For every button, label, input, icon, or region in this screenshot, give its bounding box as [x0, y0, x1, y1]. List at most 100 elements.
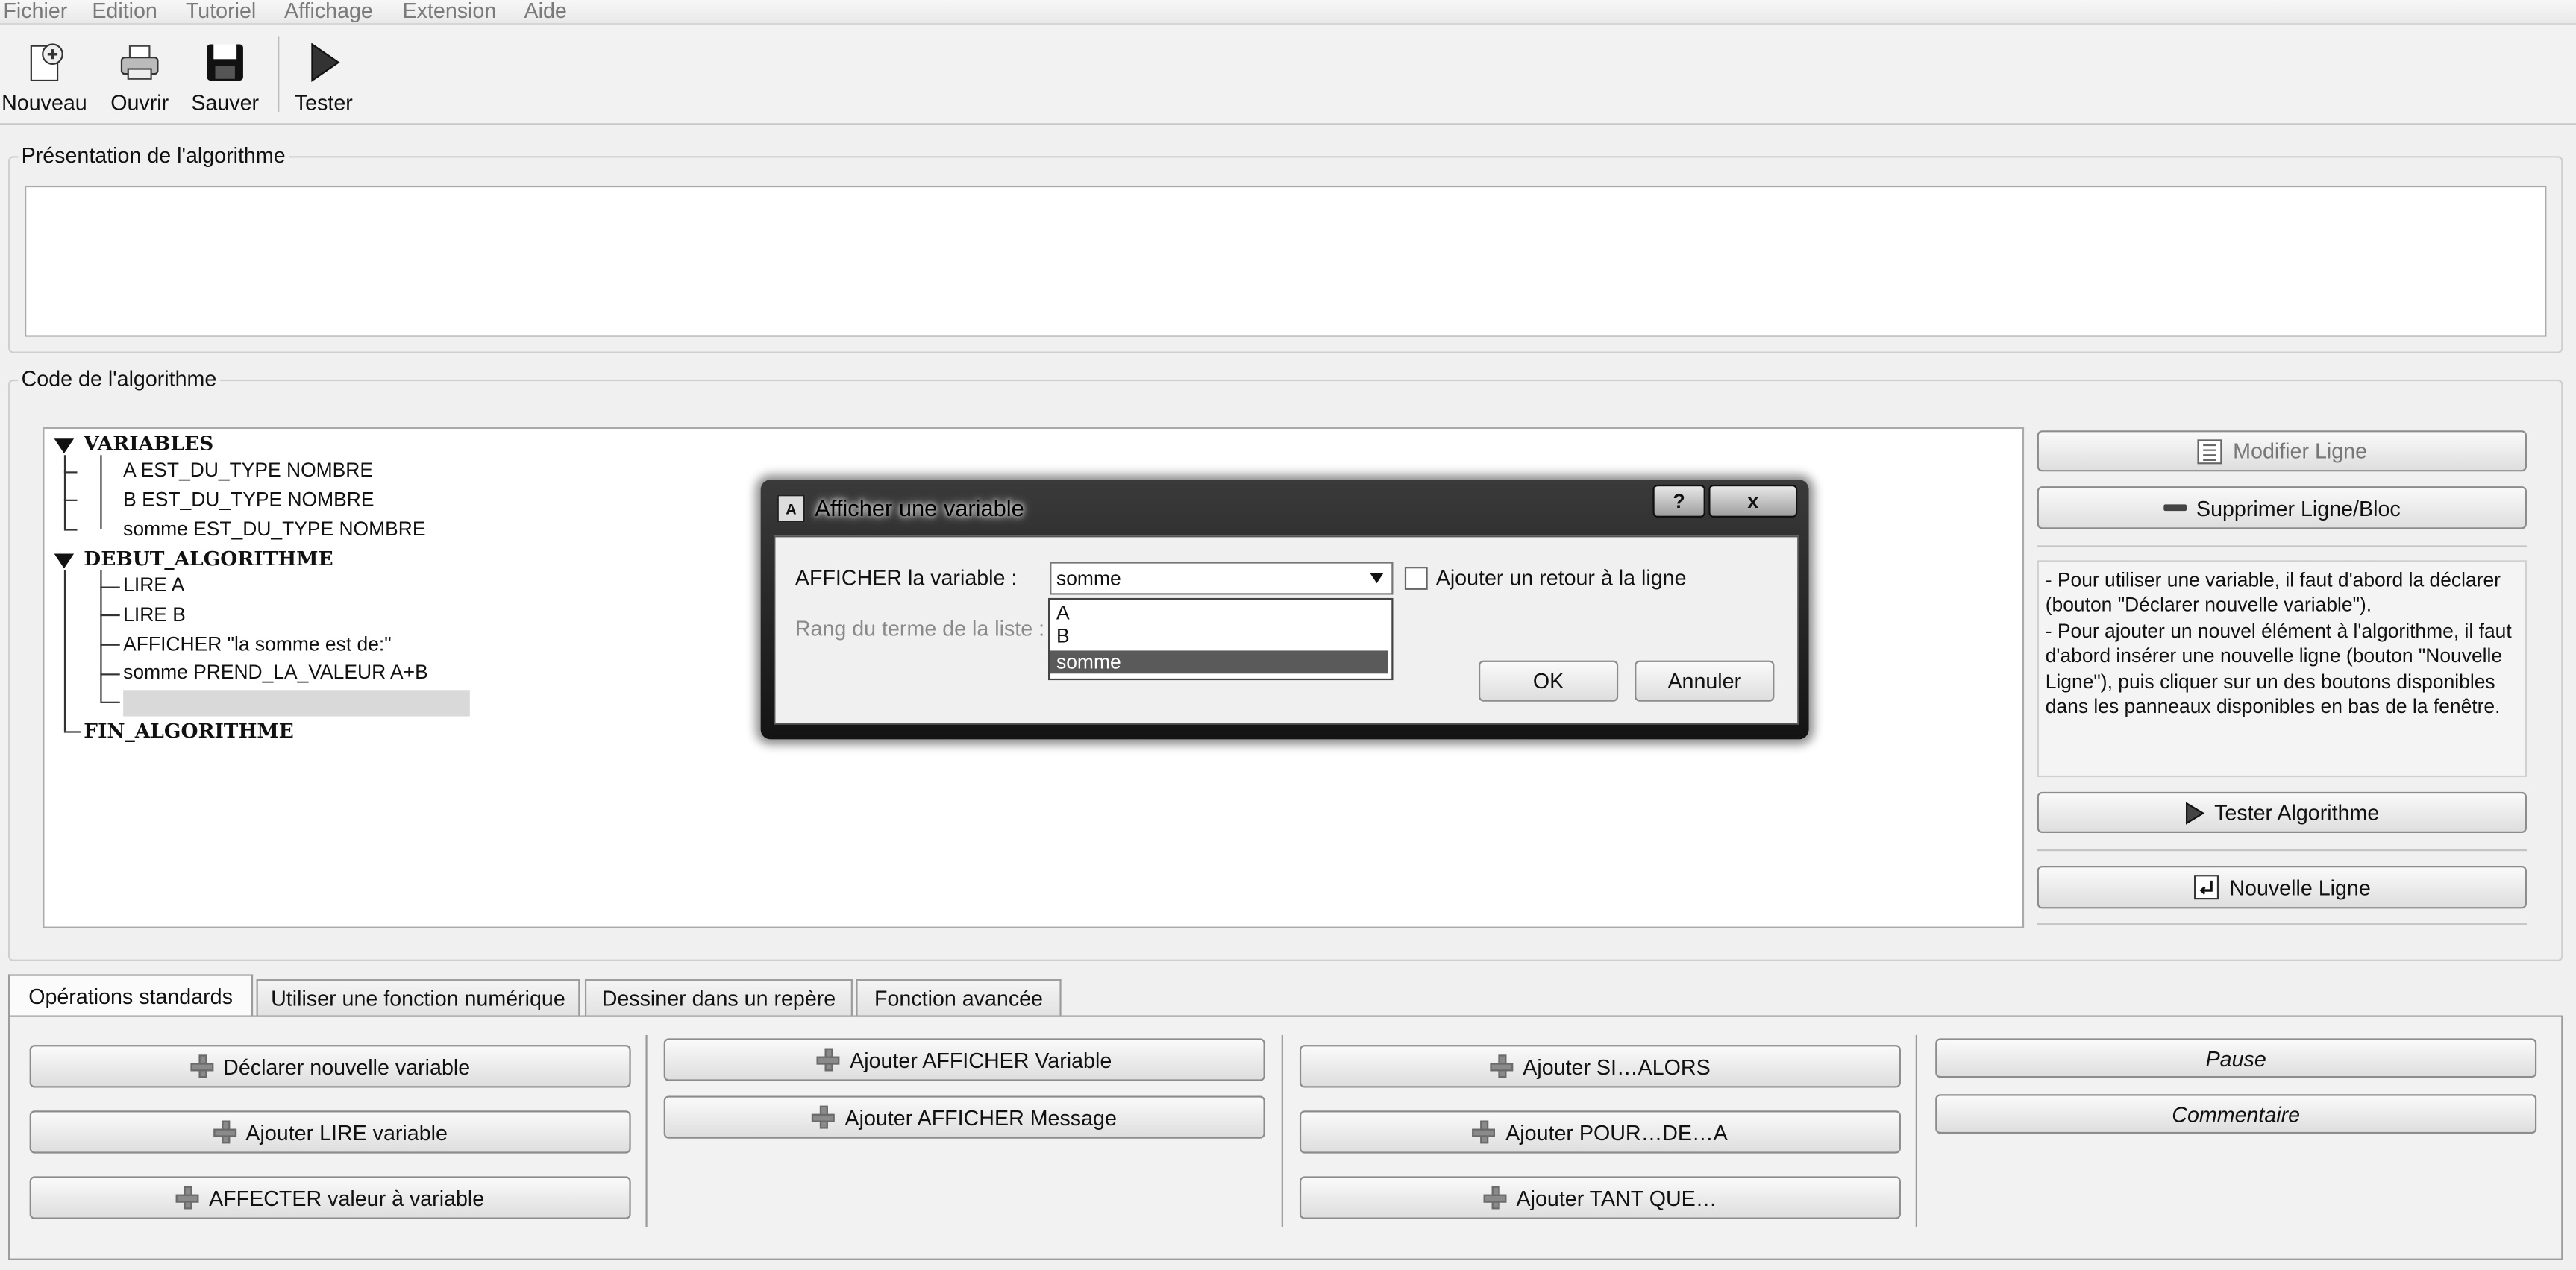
plus-icon — [176, 1186, 199, 1210]
dropdown-option[interactable]: B — [1050, 624, 1388, 647]
plus-icon — [1490, 1054, 1514, 1078]
floppy-disk-icon — [207, 44, 243, 81]
new-line-label: Nouvelle Ligne — [2229, 875, 2371, 900]
assign-value-label: AFFECTER valeur à variable — [209, 1185, 485, 1210]
divider — [2037, 545, 2527, 547]
tab-dessiner-repere[interactable]: Dessiner dans un repère — [584, 979, 853, 1016]
add-while-button[interactable]: Ajouter TANT QUE… — [1299, 1176, 1901, 1219]
cancel-button[interactable]: Annuler — [1635, 660, 1775, 702]
column-divider — [1915, 1034, 1917, 1227]
dropdown-option[interactable]: A — [1050, 601, 1388, 624]
help-button[interactable]: ? — [1652, 484, 1705, 518]
tab-fonction-avancee[interactable]: Fonction avancée — [856, 979, 1062, 1016]
list-edit-icon — [2197, 438, 2222, 464]
declare-variable-button[interactable]: Déclarer nouvelle variable — [29, 1045, 631, 1088]
new-document-icon — [30, 43, 63, 82]
toolbar: Nouveau Ouvrir Sauver Tester — [0, 25, 2576, 125]
dialog-title: Afficher une variable — [815, 494, 1024, 521]
tree-fin-line[interactable]: FIN_ALGORITHME — [84, 720, 294, 743]
tab-operations-standards[interactable]: Opérations standards — [8, 974, 254, 1017]
tree-line[interactable]: somme PREND_LA_VALEUR A+B — [123, 661, 428, 684]
declare-variable-label: Déclarer nouvelle variable — [223, 1054, 471, 1079]
tab-fonction-numerique[interactable]: Utiliser une fonction numérique — [256, 979, 580, 1016]
menu-bar: Fichier Edition Tutoriel Affichage Exten… — [0, 0, 2576, 25]
save-button[interactable]: Sauver — [187, 34, 263, 115]
add-for-button[interactable]: Ajouter POUR…DE…A — [1299, 1110, 1901, 1154]
expand-arrow-icon[interactable] — [54, 438, 75, 454]
ok-label: OK — [1532, 668, 1564, 694]
modify-line-label: Modifier Ligne — [2233, 438, 2367, 464]
menu-tutoriel[interactable]: Tutoriel — [186, 0, 256, 23]
newline-checkbox[interactable] — [1404, 567, 1428, 590]
add-show-message-button[interactable]: Ajouter AFFICHER Message — [663, 1095, 1265, 1139]
help-text: - Pour utiliser une variable, il faut d'… — [2037, 560, 2527, 778]
add-for-label: Ajouter POUR…DE…A — [1505, 1119, 1728, 1145]
toolbar-separator — [278, 36, 280, 112]
tree-line[interactable]: AFFICHER "la somme est de:" — [123, 632, 391, 656]
test-algorithm-label: Tester Algorithme — [2214, 799, 2380, 825]
comment-label: Commentaire — [2172, 1101, 2301, 1127]
variable-selected-value: somme — [1056, 567, 1121, 590]
delete-line-button[interactable]: Supprimer Ligne/Bloc — [2037, 486, 2527, 529]
plus-icon — [817, 1048, 840, 1072]
tree-line[interactable]: B EST_DU_TYPE NOMBRE — [123, 488, 374, 511]
cancel-label: Annuler — [1667, 668, 1742, 694]
expand-arrow-icon[interactable] — [54, 553, 75, 569]
delete-line-label: Supprimer Ligne/Bloc — [2196, 495, 2401, 521]
comment-button[interactable]: Commentaire — [1935, 1094, 2537, 1134]
menu-affichage[interactable]: Affichage — [284, 0, 373, 23]
test-button[interactable]: Tester — [287, 34, 360, 115]
tree-line-selected[interactable] — [123, 690, 470, 717]
chevron-down-icon — [1370, 573, 1384, 584]
presentation-textarea[interactable] — [25, 185, 2547, 337]
rank-label: Rang du terme de la liste : — [795, 616, 1045, 641]
app-icon: A — [777, 494, 806, 523]
divider — [2037, 923, 2527, 925]
add-read-button[interactable]: Ajouter LIRE variable — [29, 1110, 631, 1154]
tree-line[interactable]: somme EST_DU_TYPE NOMBRE — [123, 518, 425, 541]
variable-label: AFFICHER la variable : — [795, 565, 1018, 590]
menu-edition[interactable]: Edition — [92, 0, 157, 23]
add-read-label: Ajouter LIRE variable — [245, 1119, 448, 1145]
add-show-variable-label: Ajouter AFFICHER Variable — [850, 1047, 1112, 1072]
plus-icon — [1483, 1186, 1507, 1210]
add-show-message-label: Ajouter AFFICHER Message — [844, 1104, 1117, 1130]
column-divider — [645, 1034, 648, 1227]
plus-icon — [1473, 1120, 1496, 1144]
plus-icon — [812, 1105, 836, 1129]
column-divider — [1281, 1034, 1283, 1227]
return-arrow-icon — [2194, 875, 2219, 900]
close-button[interactable]: x — [1708, 484, 1798, 518]
new-line-button[interactable]: Nouvelle Ligne — [2037, 866, 2527, 909]
presentation-title: Présentation de l'algorithme — [18, 142, 289, 168]
printer-icon — [120, 45, 159, 80]
test-label: Tester — [294, 90, 353, 116]
play-icon — [2185, 801, 2204, 824]
tree-line[interactable]: LIRE A — [123, 573, 184, 597]
tree-line[interactable]: A EST_DU_TYPE NOMBRE — [123, 459, 373, 482]
add-while-label: Ajouter TANT QUE… — [1516, 1185, 1717, 1210]
new-button[interactable]: Nouveau — [0, 34, 89, 115]
test-algorithm-button[interactable]: Tester Algorithme — [2037, 791, 2527, 833]
tree-variables-header[interactable]: VARIABLES — [84, 432, 213, 455]
tree-line[interactable]: LIRE B — [123, 603, 186, 626]
plus-icon — [190, 1054, 213, 1078]
newline-label: Ajouter un retour à la ligne — [1435, 565, 1687, 590]
pause-button[interactable]: Pause — [1935, 1038, 2537, 1078]
dropdown-option-selected[interactable]: somme — [1050, 650, 1388, 674]
add-if-button[interactable]: Ajouter SI…ALORS — [1299, 1045, 1901, 1088]
divider — [2037, 849, 2527, 852]
modify-line-button[interactable]: Modifier Ligne — [2037, 430, 2527, 472]
tree-debut-header[interactable]: DEBUT_ALGORITHME — [84, 547, 333, 570]
menu-extension[interactable]: Extension — [403, 0, 497, 23]
ok-button[interactable]: OK — [1478, 660, 1619, 702]
add-show-variable-button[interactable]: Ajouter AFFICHER Variable — [663, 1038, 1265, 1081]
assign-value-button[interactable]: AFFECTER valeur à variable — [29, 1176, 631, 1219]
open-button[interactable]: Ouvrir — [98, 34, 181, 115]
variable-select[interactable]: somme — [1050, 562, 1394, 595]
variable-dropdown-list: A B somme — [1048, 597, 1394, 681]
plus-icon — [213, 1120, 236, 1144]
open-label: Ouvrir — [110, 90, 169, 116]
menu-aide[interactable]: Aide — [524, 0, 567, 23]
menu-fichier[interactable]: Fichier — [3, 0, 67, 23]
